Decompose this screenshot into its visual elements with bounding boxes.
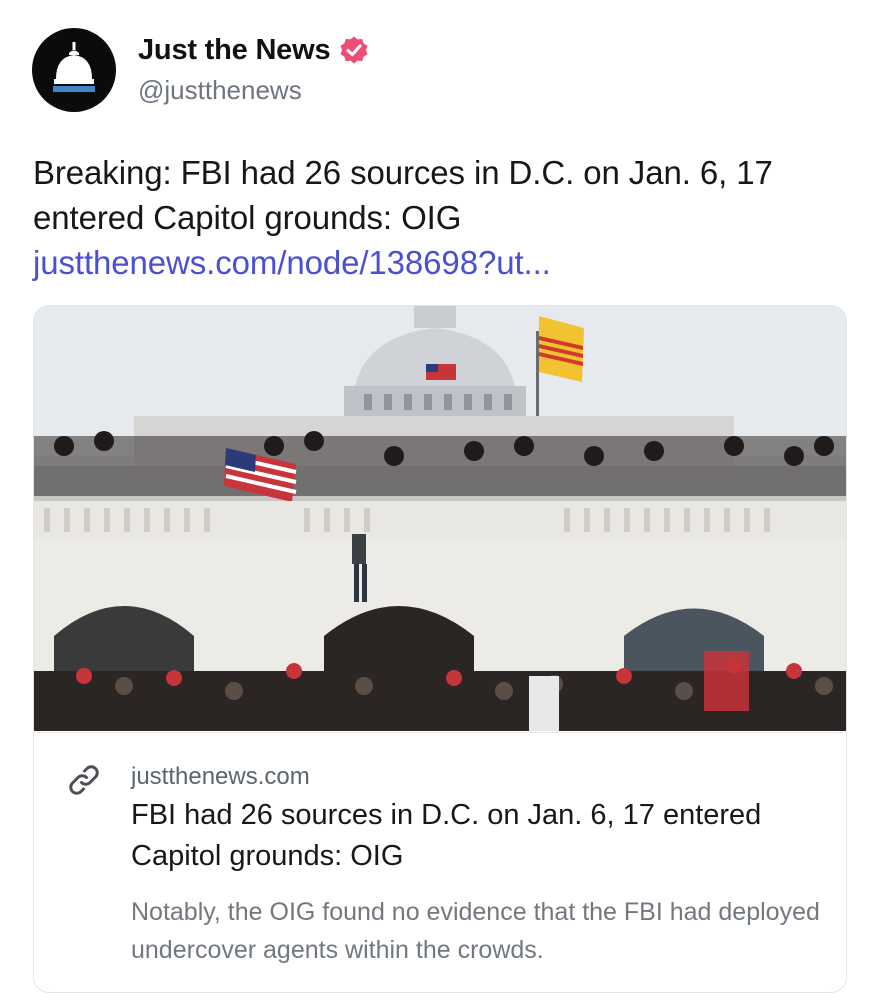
post: Just the News @justthenews Breaking: FBI… [0, 0, 880, 1000]
author-handle[interactable]: @justthenews [138, 75, 370, 106]
post-link[interactable]: justthenews.com/node/138698?ut... [33, 244, 551, 281]
card-image [34, 306, 846, 731]
post-body-text: Breaking: FBI had 26 sources in D.C. on … [33, 154, 773, 236]
author-display-name[interactable]: Just the News [138, 34, 331, 67]
card-description: Notably, the OIG found no evidence that … [131, 898, 820, 964]
link-preview-card[interactable]: justthenews.com FBI had 26 sources in D.… [33, 305, 847, 993]
capitol-dome-icon [53, 42, 95, 92]
link-icon [69, 765, 99, 795]
author-block: Just the News @justthenews [138, 34, 370, 106]
avatar[interactable] [32, 28, 116, 112]
post-text: Breaking: FBI had 26 sources in D.C. on … [33, 150, 853, 285]
card-meta: justthenews.com FBI had 26 sources in D.… [34, 732, 846, 992]
card-domain: justthenews.com [131, 763, 310, 790]
card-title: FBI had 26 sources in D.C. on Jan. 6, 17… [131, 799, 762, 872]
post-header: Just the News @justthenews [32, 28, 370, 112]
verified-badge-icon [338, 35, 370, 67]
author-name-row: Just the News [138, 34, 370, 67]
